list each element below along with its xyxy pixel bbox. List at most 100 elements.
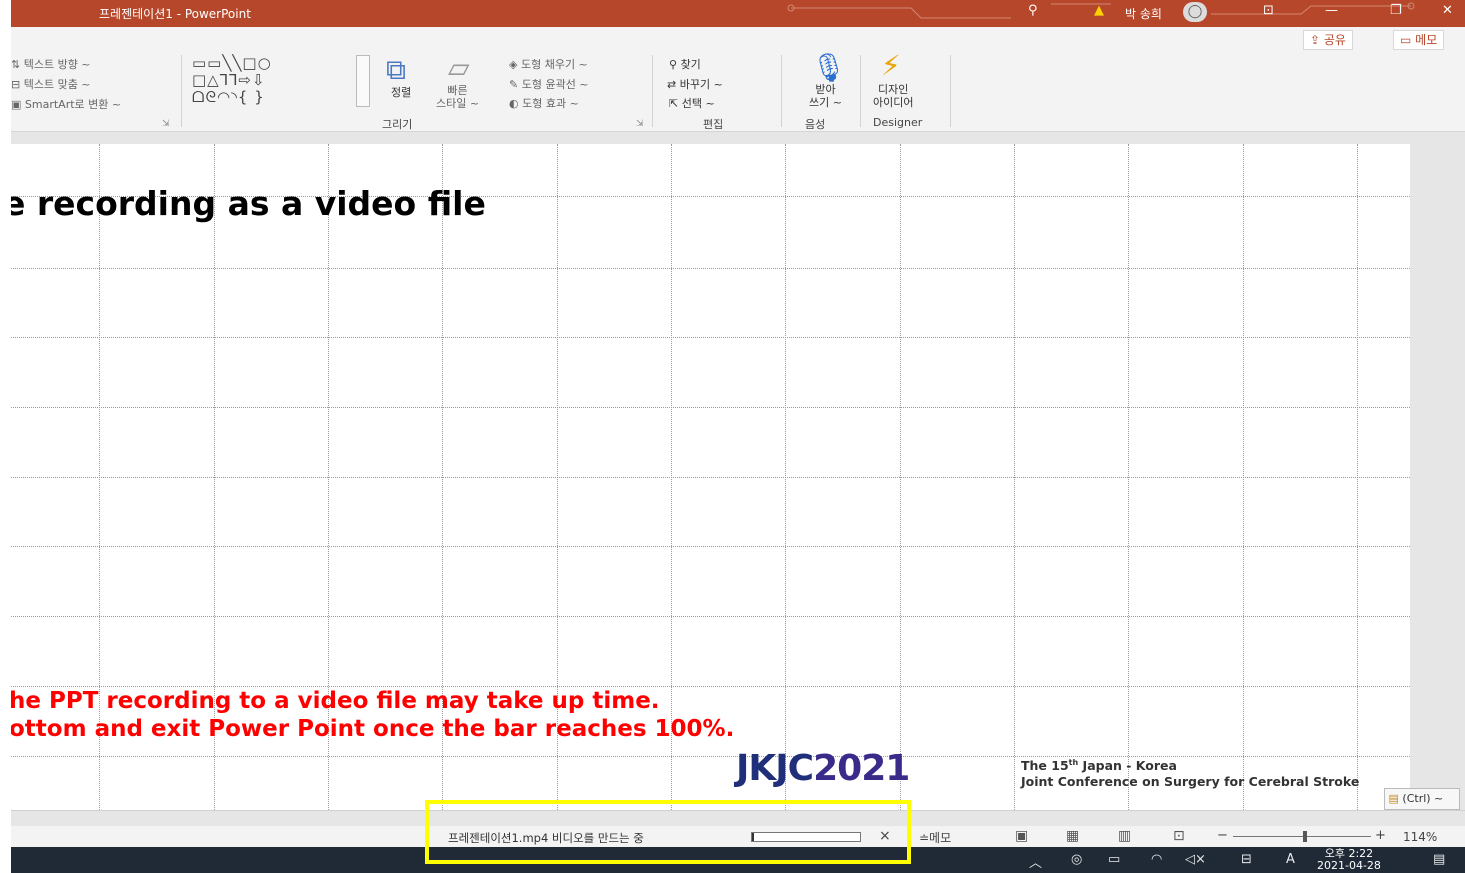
- paste-icon: ▤: [1388, 792, 1399, 805]
- group-separator: [950, 55, 951, 127]
- design-ideas-icon[interactable]: ⚡: [881, 49, 901, 82]
- paragraph-launcher-icon[interactable]: ⇲: [162, 119, 170, 129]
- quick-styles-icon[interactable]: ▱: [448, 51, 470, 84]
- shapes-scroll[interactable]: [356, 55, 370, 107]
- dictate-button[interactable]: 받아 쓰기 ~: [809, 83, 842, 109]
- shape-outline-label: 도형 윤곽선 ~: [521, 78, 589, 91]
- zoom-slider[interactable]: [1233, 836, 1371, 837]
- paste-options-button[interactable]: ▤ (Ctrl) ~: [1384, 788, 1460, 810]
- restore-icon[interactable]: ❐: [1390, 3, 1402, 18]
- shape-effects-button[interactable]: ◐ 도형 효과 ~: [509, 95, 579, 111]
- close-icon[interactable]: ✕: [1442, 3, 1453, 18]
- group-separator: [181, 55, 182, 127]
- gridline: [11, 407, 1410, 408]
- select-button[interactable]: ⇱ 선택 ~: [669, 95, 715, 111]
- notifications-icon[interactable]: ▤: [1433, 852, 1445, 867]
- text-direction-button[interactable]: ⇅ 텍스트 방향 ~: [11, 56, 91, 72]
- share-label: 공유: [1323, 33, 1346, 47]
- replace-label: 바꾸기 ~: [679, 78, 723, 91]
- gridline: [11, 337, 1410, 338]
- conference-line-1-post: Japan - Korea: [1078, 758, 1177, 774]
- logo-year: 2021: [813, 748, 910, 789]
- paste-options-label: (Ctrl) ~: [1402, 792, 1444, 805]
- wifi-icon[interactable]: ◠: [1151, 852, 1162, 867]
- group-designer: Designer: [873, 116, 923, 129]
- zoom-out-button[interactable]: −: [1217, 828, 1228, 843]
- jkjc-logo: JKJC2021: [736, 748, 910, 789]
- group-editing: 편집: [703, 118, 724, 131]
- shapes-row[interactable]: ▭▭╲╲□○: [192, 55, 350, 72]
- group-separator: [860, 55, 861, 127]
- microphone-icon[interactable]: 🎙: [811, 51, 847, 84]
- clock-date: 2021-04-28: [1317, 859, 1381, 872]
- group-separator: [652, 55, 653, 127]
- avatar[interactable]: ◯: [1183, 2, 1207, 22]
- share-button[interactable]: ⇪ 공유: [1303, 30, 1353, 50]
- shapes-row[interactable]: □△⅂⅂⇨⇩: [192, 72, 350, 89]
- gridline: [11, 268, 1410, 269]
- find-label: 찾기: [680, 58, 701, 71]
- memo-label: 메모: [1415, 33, 1438, 47]
- shape-outline-button[interactable]: ✎ 도형 윤곽선 ~: [509, 76, 589, 92]
- find-button[interactable]: ⚲ 찾기: [669, 56, 701, 72]
- group-drawing: 그리기: [382, 118, 413, 131]
- zoom-in-button[interactable]: +: [1375, 828, 1386, 843]
- zoom-slider-thumb[interactable]: [1303, 831, 1307, 842]
- conference-line-1-pre: The 15: [1021, 758, 1069, 774]
- vertical-scrollbar[interactable]: [1411, 132, 1465, 810]
- shapes-row[interactable]: ᗝᘓ◠◝{ }: [192, 89, 350, 106]
- shape-effects-label: 도형 효과 ~: [522, 97, 579, 110]
- gridline: [11, 546, 1410, 547]
- memo-button[interactable]: ▭ 메모: [1393, 30, 1445, 50]
- conference-line-1-sup: th: [1068, 758, 1079, 767]
- smartart-button[interactable]: ▣ SmartArt로 변환 ~: [11, 96, 121, 112]
- design-ideas-button[interactable]: 디자인 아이디어: [873, 83, 913, 109]
- slide[interactable]: e recording as a video file he PPT recor…: [11, 144, 1410, 810]
- design-label-1: 디자인: [878, 83, 909, 96]
- ribbon: ⇪ 공유 ▭ 메모 ⇅ 텍스트 방향 ~ ⊟ 텍스트 맞춤 ~ ▣ SmartA…: [11, 27, 1465, 132]
- notes-button[interactable]: ≐메모: [919, 829, 951, 846]
- warning-icon[interactable]: ▲: [1094, 3, 1104, 18]
- user-name[interactable]: 박 송희: [1125, 5, 1162, 22]
- volume-muted-icon[interactable]: ◁×: [1185, 852, 1206, 867]
- slide-note-line-2[interactable]: ottom and exit Power Point once the bar …: [11, 716, 734, 742]
- conference-line-2: Joint Conference on Surgery for Cerebral…: [1021, 774, 1360, 790]
- slide-title[interactable]: e recording as a video file: [11, 184, 486, 223]
- replace-button[interactable]: ⇄ 바꾸기 ~: [667, 76, 723, 92]
- meet-icon[interactable]: ◎: [1071, 852, 1082, 867]
- select-label: 선택 ~: [681, 97, 715, 110]
- normal-view-icon[interactable]: ▣: [1015, 828, 1028, 844]
- shape-fill-button[interactable]: ◈ 도형 채우기 ~: [509, 56, 588, 72]
- quick-styles-label[interactable]: 빠른 스타일 ~: [436, 84, 479, 110]
- drawing-launcher-icon[interactable]: ⇲: [636, 119, 644, 129]
- shapes-gallery[interactable]: ▭▭╲╲□○ □△⅂⅂⇨⇩ ᗝᘓ◠◝{ }: [192, 55, 350, 107]
- clock[interactable]: 오후 2:22 2021-04-28: [1317, 848, 1381, 872]
- group-voice: 음성: [805, 118, 826, 131]
- gridline: [11, 686, 1410, 687]
- ime-indicator[interactable]: A: [1286, 852, 1295, 867]
- left-edge: [0, 0, 11, 873]
- title-bar: 프레젠테이션1 - PowerPoint ⚲ ▲ 박 송희 ◯ ⊡ — ❐ ✕: [11, 0, 1465, 27]
- smartart-label: SmartArt로 변환 ~: [24, 98, 122, 111]
- search-icon[interactable]: ⚲: [1028, 3, 1038, 18]
- ribbon-display-icon[interactable]: ⊡: [1263, 3, 1274, 18]
- slide-note-line-1[interactable]: he PPT recording to a video file may tak…: [11, 688, 660, 714]
- slide-sorter-icon[interactable]: ▦: [1066, 828, 1079, 844]
- minimize-icon[interactable]: —: [1325, 3, 1338, 18]
- design-label-2: 아이디어: [873, 96, 914, 109]
- gridline: [11, 616, 1410, 617]
- battery-icon[interactable]: ▭: [1108, 852, 1120, 867]
- arrange-icon[interactable]: ⧉: [386, 53, 406, 87]
- slide-canvas: e recording as a video file he PPT recor…: [11, 132, 1465, 810]
- conference-name: The 15th Japan - Korea Joint Conference …: [1021, 755, 1359, 790]
- chevron-up-icon[interactable]: ︿: [1029, 852, 1042, 871]
- reading-view-icon[interactable]: ▥: [1118, 828, 1131, 844]
- align-text-button[interactable]: ⊟ 텍스트 맞춤 ~: [11, 76, 91, 92]
- dictate-label-1: 받아: [815, 83, 836, 96]
- keyboard-icon[interactable]: ⊟: [1241, 852, 1252, 867]
- window-title: 프레젠테이션1 - PowerPoint: [99, 7, 251, 21]
- highlight-box: [425, 800, 911, 864]
- arrange-label[interactable]: 정렬: [391, 84, 411, 100]
- slideshow-icon[interactable]: ⊡: [1173, 828, 1185, 844]
- zoom-level[interactable]: 114%: [1403, 830, 1437, 844]
